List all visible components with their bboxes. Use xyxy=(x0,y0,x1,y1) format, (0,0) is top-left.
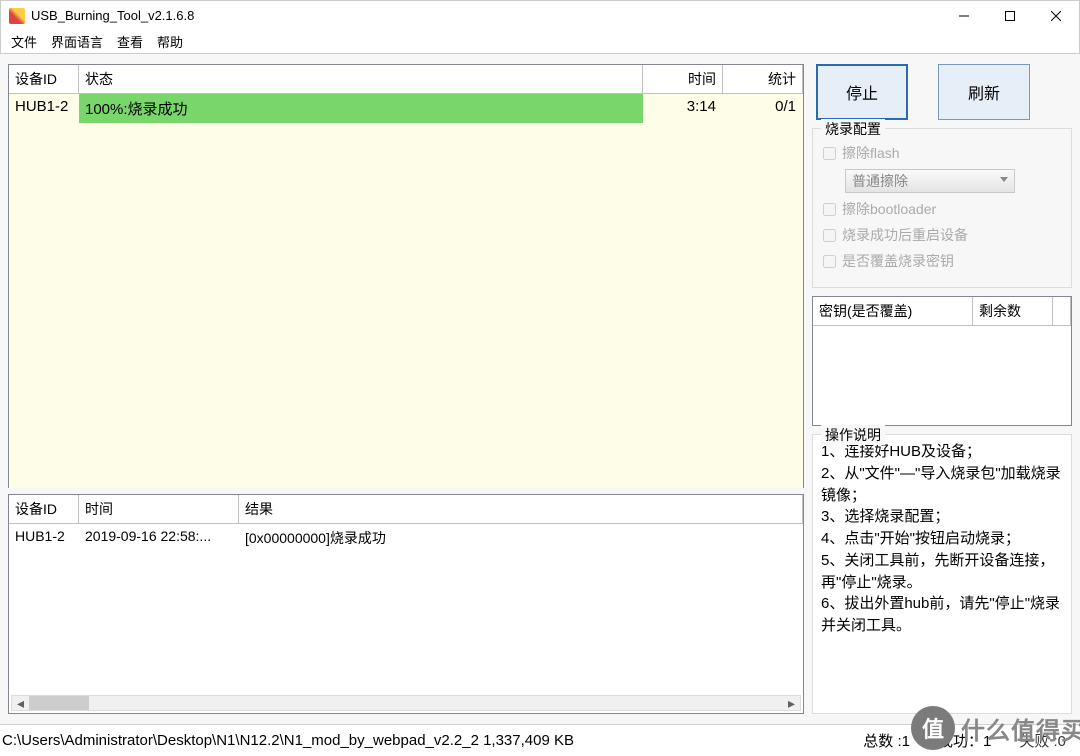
log-row[interactable]: HUB1-2 2019-09-16 22:58:... [0x00000000]… xyxy=(9,524,803,552)
statusbar: C:\Users\Administrator\Desktop\N1\N12.2\… xyxy=(0,724,1080,756)
log-time-cell: 2019-09-16 22:58:... xyxy=(79,524,239,552)
scroll-left-icon[interactable]: ◂ xyxy=(12,696,29,710)
device-time-cell: 3:14 xyxy=(643,94,723,123)
close-button[interactable] xyxy=(1033,1,1079,31)
erase-flash-checkbox[interactable] xyxy=(823,147,836,160)
col-stat[interactable]: 统计 xyxy=(723,65,803,94)
col-status[interactable]: 状态 xyxy=(79,65,643,94)
key-table: 密钥(是否覆盖) 剩余数 xyxy=(812,296,1072,426)
reboot-after-checkbox[interactable] xyxy=(823,229,836,242)
refresh-button[interactable]: 刷新 xyxy=(938,64,1030,120)
erase-bootloader-checkbox[interactable] xyxy=(823,203,836,216)
log-col-result[interactable]: 结果 xyxy=(239,495,803,524)
device-id-cell: HUB1-2 xyxy=(9,94,79,123)
instruction-line: 5、关闭工具前，先断开设备连接，再"停止"烧录。 xyxy=(821,550,1063,594)
erase-bootloader-label: 擦除bootloader xyxy=(842,199,936,219)
log-result-cell: [0x00000000]烧录成功 xyxy=(239,524,803,552)
window-title: USB_Burning_Tool_v2.1.6.8 xyxy=(31,8,941,23)
key-col-a[interactable]: 密钥(是否覆盖) xyxy=(813,297,973,326)
device-stat-cell: 0/1 xyxy=(723,94,803,123)
log-id-cell: HUB1-2 xyxy=(9,524,79,552)
instruction-line: 4、点击"开始"按钮启动烧录； xyxy=(821,528,1063,550)
minimize-button[interactable] xyxy=(941,1,987,31)
instruction-line: 3、选择烧录配置； xyxy=(821,506,1063,528)
menubar: 文件 界面语言 查看 帮助 xyxy=(0,30,1080,54)
status-fail: 失败 :0 xyxy=(1005,730,1080,751)
stop-button[interactable]: 停止 xyxy=(816,64,908,120)
erase-mode-dropdown[interactable]: 普通擦除 xyxy=(845,169,1015,193)
scroll-right-icon[interactable]: ▸ xyxy=(783,696,800,710)
key-col-b[interactable]: 剩余数 xyxy=(973,297,1053,326)
menu-file[interactable]: 文件 xyxy=(11,32,37,51)
instruction-line: 6、拔出外置hub前，请先"停止"烧录并关闭工具。 xyxy=(821,593,1063,637)
menu-lang[interactable]: 界面语言 xyxy=(51,32,103,51)
overwrite-key-checkbox[interactable] xyxy=(823,255,836,268)
config-legend: 烧录配置 xyxy=(821,119,885,139)
erase-mode-value: 普通擦除 xyxy=(852,171,908,191)
horizontal-scrollbar[interactable]: ◂ ▸ xyxy=(11,695,801,711)
log-col-time[interactable]: 时间 xyxy=(79,495,239,524)
status-success: 成功：1 xyxy=(924,730,1005,751)
instructions-legend: 操作说明 xyxy=(821,425,885,445)
log-col-id[interactable]: 设备ID xyxy=(9,495,79,524)
key-col-spacer xyxy=(1053,297,1071,326)
chevron-down-icon xyxy=(1000,177,1008,182)
burn-config-group: 烧录配置 擦除flash 普通擦除 擦除bootloader 烧录成功后重启设备… xyxy=(812,128,1072,288)
device-status-cell: 100%:烧录成功 xyxy=(79,94,643,123)
device-row[interactable]: HUB1-2 100%:烧录成功 3:14 0/1 xyxy=(9,94,803,123)
status-path: C:\Users\Administrator\Desktop\N1\N12.2\… xyxy=(2,732,849,749)
overwrite-key-label: 是否覆盖烧录密钥 xyxy=(842,251,954,271)
log-table: 设备ID 时间 结果 HUB1-2 2019-09-16 22:58:... [… xyxy=(8,494,804,714)
col-time[interactable]: 时间 xyxy=(643,65,723,94)
instructions-group: 操作说明 1、连接好HUB及设备； 2、从"文件"—"导入烧录包"加载烧录镜像；… xyxy=(812,434,1072,714)
status-total: 总数 :1 xyxy=(849,730,924,751)
reboot-after-label: 烧录成功后重启设备 xyxy=(842,225,968,245)
instruction-line: 2、从"文件"—"导入烧录包"加载烧录镜像； xyxy=(821,463,1063,507)
app-icon xyxy=(9,8,25,24)
erase-flash-label: 擦除flash xyxy=(842,143,900,163)
col-device-id[interactable]: 设备ID xyxy=(9,65,79,94)
maximize-button[interactable] xyxy=(987,1,1033,31)
menu-view[interactable]: 查看 xyxy=(117,32,143,51)
titlebar: USB_Burning_Tool_v2.1.6.8 xyxy=(0,0,1080,30)
menu-help[interactable]: 帮助 xyxy=(157,32,183,51)
device-table: 设备ID 状态 时间 统计 HUB1-2 100%:烧录成功 3:14 0/1 xyxy=(8,64,804,488)
scroll-thumb[interactable] xyxy=(29,696,89,710)
